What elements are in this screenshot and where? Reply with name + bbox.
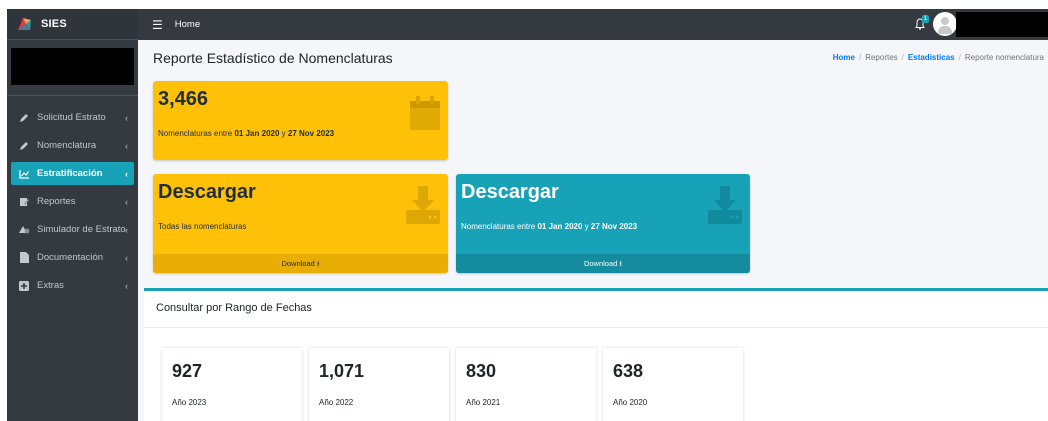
download-range-box: Descargar Nomenclaturas entre 01 Jan 202… <box>456 174 750 273</box>
plus-square-icon <box>17 280 31 291</box>
year-stat-2020: 638 Año 2020 <box>603 348 743 421</box>
summary-text: Nomenclaturas entre 01 Jan 2020 y 27 Nov… <box>158 129 334 138</box>
brand-link[interactable]: SIES <box>7 9 138 40</box>
download-all-subtitle: Todas las nomenclaturas <box>158 222 247 231</box>
download-icon <box>406 186 440 224</box>
download-range-title: Descargar <box>461 181 559 203</box>
chevron-left-icon: ‹ <box>125 224 128 235</box>
shapes-icon <box>17 225 31 235</box>
sidebar-item-estratificacion[interactable]: Estratificación ‹ <box>11 162 134 185</box>
download-all-link-label: Download <box>281 259 315 268</box>
sidebar-nav: Solicitud Estrato ‹ Nomenclatura ‹ Estra… <box>7 106 138 297</box>
avatar-head <box>941 17 949 25</box>
download-range-date-from: 01 Jan 2020 <box>537 222 583 231</box>
year-stat-value: 1,071 <box>319 361 365 381</box>
download-icon <box>708 186 742 224</box>
menu-icon[interactable]: ☰ <box>152 18 163 32</box>
download-all-link[interactable]: Download ⭳ <box>153 254 448 273</box>
sidebar-item-label: Simulador de Estrato <box>37 224 126 235</box>
main-content: Reporte Estadístico de Nomenclaturas Hom… <box>138 40 1048 421</box>
pen-icon <box>17 113 31 123</box>
download-range-text-mid: y <box>582 222 591 231</box>
year-stat-value: 927 <box>172 361 203 381</box>
summary-text-mid: y <box>279 129 288 138</box>
breadcrumb-current: Reporte nomenclatura <box>964 53 1044 62</box>
card-title: Consultar por Rango de Fechas <box>156 302 312 314</box>
divider <box>7 95 138 96</box>
file-icon <box>17 252 31 263</box>
summary-box: 3,466 Nomenclaturas entre 01 Jan 2020 y … <box>153 81 448 160</box>
download-range-text: Nomenclaturas entre 01 Jan 2020 y 27 Nov… <box>461 222 637 231</box>
avatar[interactable] <box>933 12 957 36</box>
page-title: Reporte Estadístico de Nomenclaturas <box>153 50 393 66</box>
breadcrumb-home[interactable]: Home <box>833 53 855 62</box>
sidebar-item-documentacion[interactable]: Documentación ‹ <box>11 246 134 269</box>
sidebar-item-label: Estratificación <box>37 168 103 179</box>
breadcrumb-reportes: Reportes <box>865 53 898 62</box>
chevron-left-icon: ‹ <box>125 112 128 123</box>
sidebar: SIES Solicitud Estrato ‹ Nomenclatura ‹ <box>7 9 138 421</box>
summary-date-to: 27 Nov 2023 <box>287 129 335 138</box>
sidebar-item-reportes[interactable]: Reportes ‹ <box>11 190 134 213</box>
breadcrumb-estadisticas[interactable]: Estadísticas <box>908 53 955 62</box>
year-stat-label: Año 2021 <box>466 398 501 407</box>
year-stat-value: 638 <box>613 361 644 381</box>
notification-badge: 1 <box>922 15 929 23</box>
app-root: SIES Solicitud Estrato ‹ Nomenclatura ‹ <box>0 0 1048 421</box>
top-navbar: ☰ Home 1 <box>138 9 1048 40</box>
sidebar-item-label: Nomenclatura <box>37 140 97 151</box>
calendar-icon <box>410 96 440 130</box>
sidebar-item-label: Solicitud Estrato <box>37 112 106 123</box>
user-name-redacted[interactable] <box>956 12 1048 37</box>
chevron-left-icon: ‹ <box>125 280 128 291</box>
sidebar-item-label: Extras <box>37 280 64 291</box>
year-stat-2022: 1,071 Año 2022 <box>309 348 449 421</box>
download-all-box: Descargar Todas las nomenclaturas Downlo… <box>153 174 448 273</box>
year-stat-2021: 830 Año 2021 <box>456 348 596 421</box>
chevron-left-icon: ‹ <box>125 168 128 179</box>
summary-date-from: 01 Jan 2020 <box>234 129 280 138</box>
sidebar-item-solicitud-estrato[interactable]: Solicitud Estrato ‹ <box>11 106 134 129</box>
download-small-icon: ⭳ <box>316 259 320 268</box>
year-stat-2023: 927 Año 2023 <box>162 348 302 421</box>
logo-icon <box>18 18 31 30</box>
download-all-title: Descargar <box>158 181 256 203</box>
user-panel <box>11 48 134 85</box>
top-home-link[interactable]: Home <box>175 19 200 30</box>
divider <box>144 327 1048 328</box>
year-stat-label: Año 2020 <box>613 398 648 407</box>
pen-icon <box>17 141 31 151</box>
date-range-card: Consultar por Rango de Fechas 927 Año 20… <box>144 288 1048 421</box>
chevron-left-icon: ‹ <box>125 196 128 207</box>
brand-name: SIES <box>41 18 67 30</box>
report-icon <box>17 197 31 207</box>
download-range-link[interactable]: Download ⭳ <box>456 254 750 273</box>
sidebar-item-extras[interactable]: Extras ‹ <box>11 274 134 297</box>
chart-icon <box>17 169 31 179</box>
download-small-icon: ⭳ <box>619 259 623 268</box>
download-range-link-label: Download <box>583 259 618 268</box>
avatar-body <box>938 26 952 34</box>
summary-count: 3,466 <box>158 88 209 110</box>
year-stat-value: 830 <box>466 361 497 381</box>
breadcrumb: Home / Reportes / Estadísticas / Reporte nomen… <box>832 53 1044 62</box>
year-stat-label: Año 2022 <box>319 398 354 407</box>
sidebar-item-label: Documentación <box>37 252 104 263</box>
chevron-left-icon: ‹ <box>125 252 128 263</box>
summary-text-prefix: Nomenclaturas entre <box>158 129 235 138</box>
sidebar-item-simulador[interactable]: Simulador de Estrato ‹ <box>11 218 134 241</box>
chevron-left-icon: ‹ <box>125 140 128 151</box>
download-range-text-prefix: Nomenclaturas entre <box>461 222 538 231</box>
year-stat-label: Año 2023 <box>172 398 207 407</box>
download-range-date-to: 27 Nov 2023 <box>590 222 638 231</box>
sidebar-item-label: Reportes <box>37 196 76 207</box>
sidebar-item-nomenclatura[interactable]: Nomenclatura ‹ <box>11 134 134 157</box>
